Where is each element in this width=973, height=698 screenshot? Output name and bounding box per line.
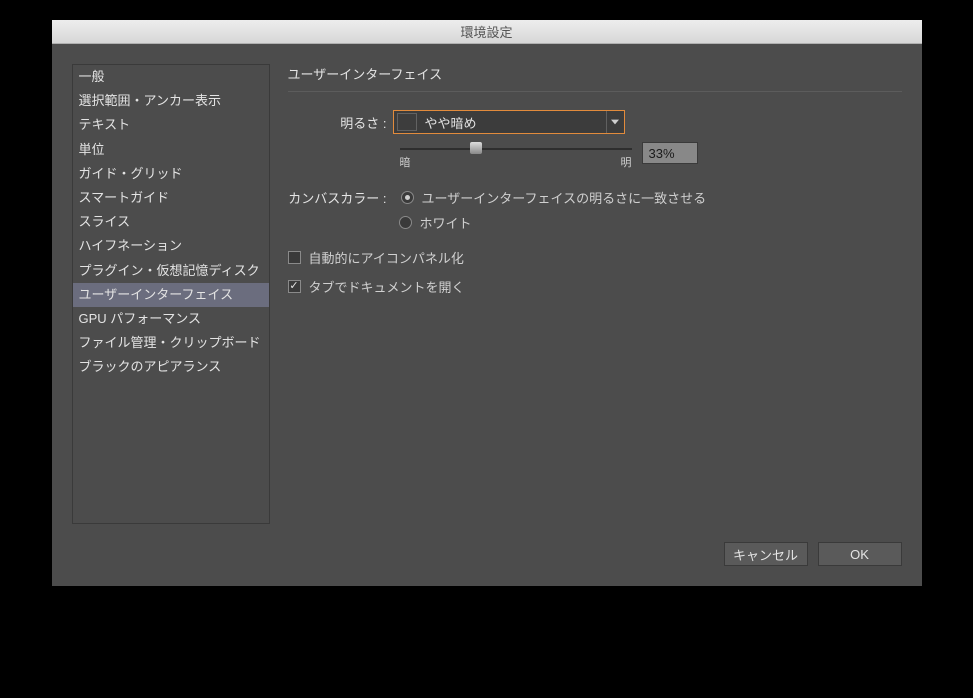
dialog-body: 一般 選択範囲・アンカー表示 テキスト 単位 ガイド・グリッド スマートガイド … [52, 44, 922, 542]
open-tabs-label: タブでドキュメントを開く [309, 277, 465, 296]
auto-collapse-row: 自動的にアイコンパネル化 [288, 248, 902, 267]
brightness-percent-input[interactable]: 33% [642, 142, 698, 164]
brightness-value: やや暗め [425, 113, 606, 132]
slider-track [400, 148, 632, 150]
brightness-swatch-icon [397, 113, 417, 131]
open-tabs-row: タブでドキュメントを開く [288, 277, 902, 296]
sidebar-item-user-interface[interactable]: ユーザーインターフェイス [73, 283, 269, 307]
sidebar-item-hyphenation[interactable]: ハイフネーション [73, 234, 269, 258]
slider-labels: 暗 明 [400, 154, 632, 170]
sidebar-item-units[interactable]: 単位 [73, 138, 269, 162]
sidebar-item-black-appearance[interactable]: ブラックのアピアランス [73, 355, 269, 379]
cancel-button[interactable]: キャンセル [724, 542, 808, 566]
dialog-footer: キャンセル OK [52, 542, 922, 586]
radio-match-ui[interactable] [401, 191, 414, 204]
dialog-titlebar: 環境設定 [52, 20, 922, 44]
radio-white[interactable] [399, 216, 412, 229]
chevron-down-icon [606, 111, 624, 133]
sidebar-item-file-clipboard[interactable]: ファイル管理・クリップボード [73, 331, 269, 355]
brightness-slider[interactable]: 暗 明 [400, 142, 632, 170]
sidebar-item-text[interactable]: テキスト [73, 113, 269, 137]
canvas-color-group: カンバスカラー : ユーザーインターフェイスの明るさに一致させる ホワイト [288, 188, 902, 232]
checkbox-open-tabs[interactable] [288, 280, 301, 293]
radio-match-ui-label: ユーザーインターフェイスの明るさに一致させる [422, 188, 707, 207]
panel-heading: ユーザーインターフェイス [288, 64, 902, 83]
auto-collapse-label: 自動的にアイコンパネル化 [309, 248, 464, 267]
brightness-select[interactable]: やや暗め [393, 110, 625, 134]
sidebar-item-slices[interactable]: スライス [73, 210, 269, 234]
divider [288, 91, 902, 92]
canvas-color-label: カンバスカラー : [288, 188, 393, 207]
category-sidebar: 一般 選択範囲・アンカー表示 テキスト 単位 ガイド・グリッド スマートガイド … [72, 64, 270, 524]
sidebar-item-guides-grid[interactable]: ガイド・グリッド [73, 162, 269, 186]
sidebar-item-general[interactable]: 一般 [73, 65, 269, 89]
sidebar-item-gpu-performance[interactable]: GPU パフォーマンス [73, 307, 269, 331]
canvas-color-row-2: ホワイト [399, 213, 902, 232]
slider-label-light: 明 [621, 154, 632, 170]
checkbox-auto-collapse[interactable] [288, 251, 301, 264]
ok-button[interactable]: OK [818, 542, 902, 566]
brightness-slider-row: 暗 明 33% [400, 142, 902, 170]
brightness-row: 明るさ : やや暗め [288, 110, 902, 134]
radio-white-label: ホワイト [420, 213, 472, 232]
brightness-label: 明るさ : [288, 113, 393, 132]
settings-panel: ユーザーインターフェイス 明るさ : やや暗め 暗 [288, 64, 902, 524]
sidebar-item-smart-guides[interactable]: スマートガイド [73, 186, 269, 210]
slider-label-dark: 暗 [400, 154, 411, 170]
dialog-title: 環境設定 [460, 22, 512, 41]
slider-thumb[interactable] [470, 142, 482, 154]
canvas-color-row-1: カンバスカラー : ユーザーインターフェイスの明るさに一致させる [288, 188, 902, 207]
preferences-dialog: 環境設定 一般 選択範囲・アンカー表示 テキスト 単位 ガイド・グリッド スマー… [52, 20, 922, 586]
sidebar-item-selection-anchor[interactable]: 選択範囲・アンカー表示 [73, 89, 269, 113]
sidebar-item-plugins-scratch[interactable]: プラグイン・仮想記憶ディスク [73, 259, 269, 283]
